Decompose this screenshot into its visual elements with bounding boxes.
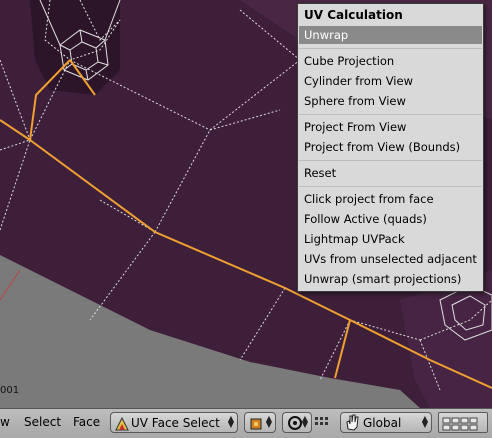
- shading-dropdown[interactable]: ▲ ▼: [244, 412, 276, 433]
- dropdown-arrows-icon: ▲ ▼: [301, 414, 308, 429]
- uv-calculation-menu: UV Calculation Unwrap Cube Projection Cy…: [297, 3, 484, 292]
- menu-item-unwrap[interactable]: Unwrap: [299, 26, 482, 44]
- orientation-dropdown-label: Global: [363, 416, 402, 430]
- dropdown-arrows-icon: ▲ ▼: [265, 414, 272, 429]
- menu-item-lightmap-uvpack[interactable]: Lightmap UVPack: [299, 230, 482, 248]
- proportional-edit-icon: [287, 415, 303, 435]
- mode-dropdown-label: UV Face Select: [131, 416, 220, 430]
- menu-separator: [299, 160, 482, 161]
- menu-item-unwrap-smart-projections[interactable]: Unwrap (smart projections): [299, 270, 482, 288]
- shading-icon: [249, 416, 263, 435]
- menu-separator: [299, 114, 482, 115]
- proportional-edit-toggle[interactable]: ▲ ▼: [282, 412, 312, 433]
- uv-face-select-icon: [115, 416, 129, 435]
- face-menu[interactable]: Face: [73, 415, 100, 429]
- dropdown-arrows-icon: ▲ ▼: [227, 414, 234, 429]
- mode-dropdown[interactable]: UV Face Select ▲ ▼: [110, 412, 238, 433]
- menu-item-reset[interactable]: Reset: [299, 164, 482, 182]
- menu-item-click-project-from-face[interactable]: Click project from face: [299, 190, 482, 208]
- menu-item-cube-projection[interactable]: Cube Projection: [299, 52, 482, 70]
- hand-transform-icon: [344, 414, 360, 435]
- menu-item-follow-active-quads[interactable]: Follow Active (quads): [299, 210, 482, 228]
- dropdown-arrows-icon: ▲ ▼: [421, 414, 428, 429]
- menu-title: UV Calculation: [304, 8, 403, 22]
- layers-grid-icon: [442, 416, 484, 435]
- layers-grid[interactable]: [438, 412, 488, 433]
- view-menu[interactable]: w: [0, 415, 10, 429]
- menu-separator: [299, 186, 482, 187]
- select-menu[interactable]: Select: [24, 415, 61, 429]
- menu-item-project-from-view[interactable]: Project From View: [299, 118, 482, 136]
- viewport-header: w Select Face UV Face Select ▲ ▼ ▲ ▼ ▲ ▼ Gl…: [0, 408, 492, 438]
- menu-item-project-from-view-bounds[interactable]: Project from View (Bounds): [299, 138, 482, 156]
- viewport-corner-label: 001: [0, 385, 20, 396]
- orientation-dropdown[interactable]: Global ▲ ▼: [340, 412, 432, 433]
- menu-item-cylinder-from-view[interactable]: Cylinder from View: [299, 72, 482, 90]
- menu-item-sphere-from-view[interactable]: Sphere from View: [299, 92, 482, 110]
- snap-icon[interactable]: [314, 415, 330, 434]
- menu-item-uvs-from-unselected-adjacent[interactable]: UVs from unselected adjacent: [299, 250, 482, 268]
- menu-separator: [299, 48, 482, 49]
